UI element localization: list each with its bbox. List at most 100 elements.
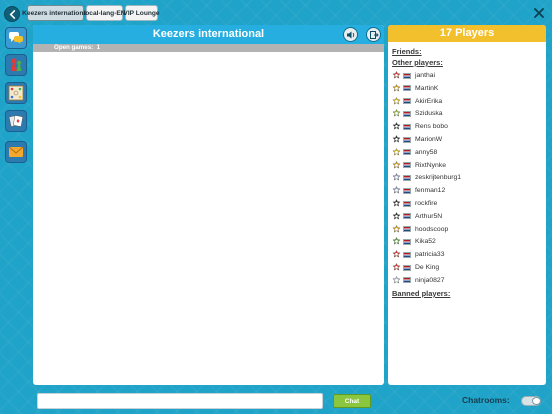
flag-netherlands-icon <box>403 238 411 245</box>
player-name: AkirErika <box>415 97 443 105</box>
lobby-panel: Keezers international Open games: 1 <box>33 25 384 385</box>
close-icon <box>534 8 544 18</box>
players-count-header: 17 Players <box>388 25 546 42</box>
player-row[interactable]: rockfire <box>392 197 542 210</box>
player-row[interactable]: Rens bobo <box>392 120 542 133</box>
player-row[interactable]: MarionW <box>392 133 542 146</box>
rank-badge-icon <box>392 275 401 285</box>
player-name: De King <box>415 264 440 271</box>
flag-netherlands-icon <box>403 174 411 181</box>
player-name: patricia33 <box>415 251 445 259</box>
player-name: zeskrijtenburg1 <box>415 174 462 182</box>
banned-players-label: Banned players: <box>392 289 451 298</box>
rank-badge-icon <box>392 83 401 93</box>
rank-badge-icon <box>392 224 401 234</box>
tab-vip-lounge[interactable]: VIP Lounge <box>123 5 160 21</box>
player-row[interactable]: zeskrijtenburg1 <box>392 171 542 184</box>
tab-local-lang-en[interactable]: local-lang-EN <box>83 5 126 21</box>
exit-icon <box>369 30 379 39</box>
player-row[interactable]: RixtNynke <box>392 159 542 172</box>
player-row[interactable]: De King <box>392 261 542 274</box>
player-row[interactable]: fenman12 <box>392 184 542 197</box>
rank-badge-icon <box>392 122 401 131</box>
rank-badge-icon <box>392 135 401 144</box>
friends-label: Friends: <box>392 47 422 56</box>
tab-keezers-international[interactable]: Keezers international <box>22 5 89 21</box>
players-panel: 17 Players Friends: Other players: janth… <box>388 25 546 385</box>
rank-badge-icon <box>392 109 401 118</box>
rank-badge-icon <box>392 147 401 157</box>
player-row[interactable]: patricia33 <box>392 248 542 261</box>
tab-label: Keezers international <box>22 9 89 17</box>
player-row[interactable]: AkirErika <box>392 95 542 108</box>
chat-send-button[interactable]: Chat <box>333 394 371 408</box>
side-menu-cards[interactable] <box>5 110 27 132</box>
player-row[interactable]: hoodscoop <box>392 223 542 236</box>
side-menu-chat[interactable] <box>5 27 27 49</box>
pawns-icon <box>11 58 22 71</box>
flag-netherlands-icon <box>403 264 411 271</box>
player-row[interactable]: ninja0827 <box>392 274 542 287</box>
player-name: Arthur5N <box>415 212 443 220</box>
flag-netherlands-icon <box>403 72 411 79</box>
chat-bubbles-icon <box>9 32 23 44</box>
player-row[interactable]: Kika52 <box>392 235 542 248</box>
chat-input[interactable] <box>37 393 323 409</box>
sound-button[interactable] <box>343 27 358 42</box>
player-name: fenman12 <box>415 187 446 195</box>
tab-label: local-lang-EN <box>83 9 126 17</box>
chatrooms-label: Chatrooms: <box>462 395 510 405</box>
rank-badge-icon <box>392 173 401 182</box>
rank-badge-icon <box>392 237 401 246</box>
back-button[interactable] <box>4 6 20 22</box>
player-name: RixtNynke <box>415 161 446 169</box>
speaker-icon <box>346 31 354 38</box>
close-button[interactable] <box>532 6 546 20</box>
player-name: Rens bobo <box>415 123 448 131</box>
player-row[interactable]: anny58 <box>392 146 542 159</box>
flag-netherlands-icon <box>403 200 411 207</box>
player-name: Kika52 <box>415 238 436 246</box>
side-menu-pawns[interactable] <box>5 54 27 76</box>
toggle-knob <box>532 397 541 405</box>
player-row[interactable]: Sziduska <box>392 107 542 120</box>
player-name: MartinK <box>415 84 439 92</box>
mail-icon <box>8 146 24 157</box>
chatrooms-toggle[interactable] <box>521 396 541 406</box>
side-menu-mail[interactable] <box>5 141 27 163</box>
flag-netherlands-icon <box>403 162 411 169</box>
rank-badge-icon <box>392 263 401 272</box>
cards-icon <box>8 115 23 127</box>
rank-badge-icon <box>392 71 401 80</box>
other-players-label: Other players: <box>392 58 443 67</box>
lobby-title: Keezers international <box>152 28 265 40</box>
flag-netherlands-icon <box>403 136 411 143</box>
board-icon <box>8 85 24 101</box>
flag-netherlands-icon <box>403 149 411 156</box>
player-name: hoodscoop <box>415 225 449 233</box>
rank-badge-icon <box>392 96 401 106</box>
flag-netherlands-icon <box>403 277 411 284</box>
flag-netherlands-icon <box>403 251 411 258</box>
arrow-left-icon <box>9 9 15 19</box>
tab-label: VIP Lounge <box>123 9 160 17</box>
open-games-label: Open games: 1 <box>54 44 101 51</box>
rank-badge-icon <box>392 199 401 208</box>
player-name: ninja0827 <box>415 276 445 284</box>
player-name: anny58 <box>415 148 438 156</box>
rank-badge-icon <box>392 186 401 195</box>
open-games-count: 1 <box>96 44 101 51</box>
flag-netherlands-icon <box>403 213 411 220</box>
player-row[interactable]: janthai <box>392 69 542 82</box>
flag-netherlands-icon <box>403 110 411 117</box>
side-menu-board[interactable] <box>5 82 27 104</box>
leave-room-button[interactable] <box>366 27 381 42</box>
flag-netherlands-icon <box>403 85 411 92</box>
rank-badge-icon <box>392 250 401 259</box>
open-games-bar: Open games: 1 <box>33 44 384 52</box>
player-row[interactable]: MartinK <box>392 82 542 95</box>
flag-netherlands-icon <box>403 123 411 130</box>
flag-netherlands-icon <box>403 187 411 194</box>
flag-netherlands-icon <box>403 226 411 233</box>
player-row[interactable]: Arthur5N <box>392 210 542 223</box>
